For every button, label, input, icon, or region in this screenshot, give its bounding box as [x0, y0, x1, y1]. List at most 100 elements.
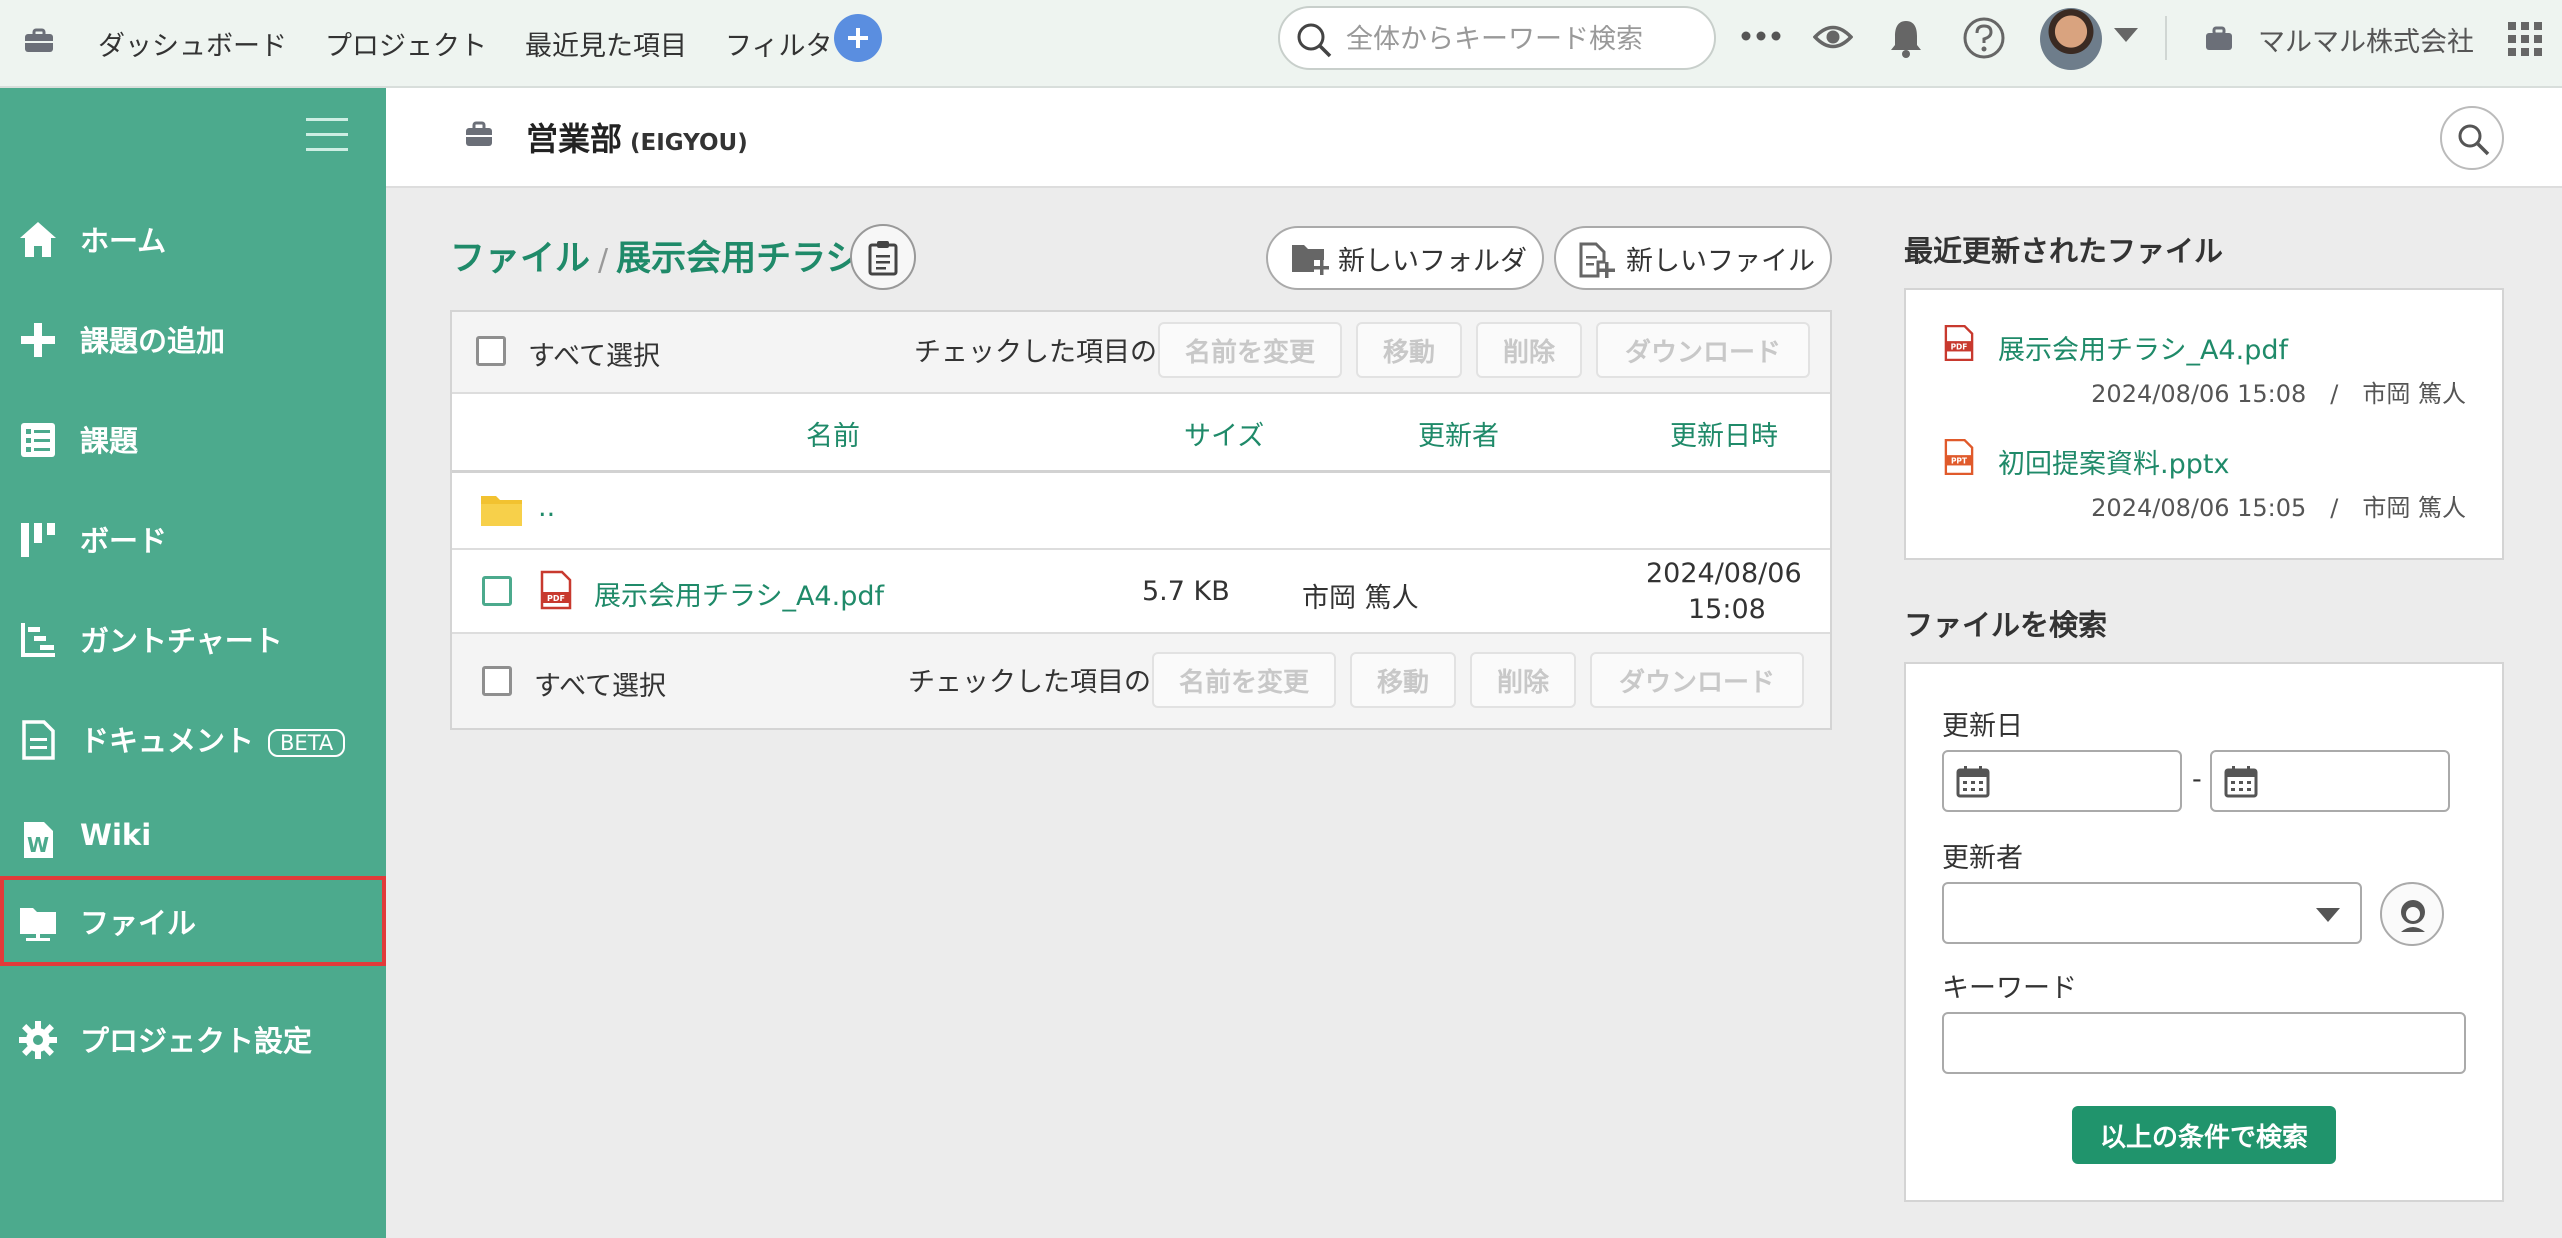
global-search-input[interactable]: [1346, 20, 1696, 58]
checked-items-label: チェックした項目の: [908, 667, 1151, 698]
document-icon: [22, 720, 55, 760]
parent-folder-row[interactable]: ..: [452, 474, 1830, 548]
folder-icon: [481, 496, 522, 526]
more-icon[interactable]: [1740, 30, 1782, 42]
list-icon: [21, 423, 55, 457]
app-grid-icon[interactable]: [2508, 22, 2542, 56]
file-size: 5.7 KB: [1142, 576, 1230, 607]
download-button[interactable]: ダウンロード: [1596, 322, 1810, 378]
calendar-icon: [2224, 766, 2258, 798]
rename-button[interactable]: 名前を変更: [1152, 652, 1336, 708]
pdf-file-icon: PDF: [1944, 324, 1974, 362]
select-myself-button[interactable]: [2380, 882, 2444, 946]
recent-file-link[interactable]: 初回提案資料.pptx: [1998, 442, 2229, 481]
search-icon: [2458, 124, 2490, 156]
date-from-field[interactable]: [1942, 750, 2182, 812]
add-button[interactable]: [834, 14, 882, 62]
project-title[interactable]: 営業部 (EIGYOU): [526, 114, 748, 160]
updated-date-label: 更新日: [1942, 711, 2023, 742]
nav-projects[interactable]: プロジェクト: [325, 24, 487, 63]
company-icon: [2206, 26, 2232, 50]
bell-icon[interactable]: [1888, 18, 1924, 58]
search-submit-button[interactable]: 以上の条件で検索: [2072, 1106, 2336, 1164]
new-folder-button[interactable]: 新しいフォルダ: [1266, 226, 1544, 290]
sidebar-item-gantt[interactable]: ガントチャート: [0, 594, 386, 684]
avatar[interactable]: [2040, 8, 2102, 70]
rename-button[interactable]: 名前を変更: [1158, 322, 1342, 378]
folder-icon: [20, 908, 56, 941]
watch-icon[interactable]: [1813, 20, 1853, 54]
new-file-button[interactable]: 新しいファイル: [1554, 226, 1832, 290]
breadcrumb-root[interactable]: ファイル: [450, 239, 590, 279]
help-icon[interactable]: [1962, 16, 2006, 60]
svg-text:PDF: PDF: [1951, 343, 1968, 352]
sidebar-item-files[interactable]: ファイル: [0, 876, 386, 966]
select-all-label: すべて選択: [528, 341, 661, 372]
date-to-field[interactable]: [2210, 750, 2450, 812]
sidebar-item-home[interactable]: ホーム: [0, 194, 386, 284]
nav-recent[interactable]: 最近見た項目: [525, 24, 687, 63]
search-icon: [1297, 23, 1332, 58]
row-checkbox[interactable]: [482, 576, 512, 606]
global-nav: ダッシュボード プロジェクト 最近見た項目 フィルタ: [98, 18, 832, 68]
new-file-label: 新しいファイル: [1626, 245, 1815, 277]
breadcrumb: ファイル / 展示会用チラシ: [450, 230, 860, 281]
move-button[interactable]: 移動: [1356, 322, 1462, 378]
global-search: [1278, 6, 1716, 70]
new-file-icon: [1579, 242, 1615, 278]
top-bar: ダッシュボード プロジェクト 最近見た項目 フィルタ マルマル株式会社: [0, 0, 2562, 88]
file-updated-date: 2024/08/06: [1646, 558, 1802, 589]
recent-files-panel: PDF 展示会用チラシ_A4.pdf 2024/08/06 15:08 / 市岡…: [1904, 288, 2504, 560]
move-button[interactable]: 移動: [1350, 652, 1456, 708]
sidebar-item-wiki[interactable]: W Wiki: [0, 794, 386, 884]
sidebar: ホーム 課題の追加 課題 ボード ガントチャート ドキュメント BETA W Wi…: [0, 88, 386, 1238]
select-all-checkbox[interactable]: [482, 666, 512, 696]
nav-dashboard[interactable]: ダッシュボード: [98, 24, 287, 63]
file-name-link[interactable]: 展示会用チラシ_A4.pdf: [594, 574, 884, 613]
nav-filters[interactable]: フィルタ: [725, 24, 832, 63]
calendar-icon: [1956, 766, 1990, 798]
recent-file-link[interactable]: 展示会用チラシ_A4.pdf: [1998, 328, 2288, 367]
keyword-input[interactable]: [1942, 1012, 2466, 1074]
download-button[interactable]: ダウンロード: [1590, 652, 1804, 708]
chevron-down-icon: [2316, 908, 2340, 922]
sidebar-item-settings[interactable]: プロジェクト設定: [0, 994, 386, 1084]
menu-toggle[interactable]: [306, 118, 348, 152]
select-all-checkbox[interactable]: [476, 336, 506, 366]
column-header-updated[interactable]: 更新日時: [1670, 414, 1778, 453]
bulk-action-bar-bottom: すべて選択 チェックした項目の 名前を変更 移動 削除 ダウンロード: [452, 634, 1830, 728]
sidebar-item-board[interactable]: ボード: [0, 494, 386, 584]
file-list-panel: すべて選択 チェックした項目の 名前を変更 移動 削除 ダウンロード 名前 サイ…: [450, 310, 1832, 730]
delete-button[interactable]: 削除: [1476, 322, 1582, 378]
updater-label: 更新者: [1942, 843, 2023, 874]
company-name[interactable]: マルマル株式会社: [2258, 20, 2474, 59]
sidebar-item-issues[interactable]: 課題: [0, 394, 386, 484]
recent-file-meta: 2024/08/06 15:08 / 市岡 篤人: [2091, 380, 2466, 408]
updater-select[interactable]: [1942, 882, 2362, 944]
board-icon: [21, 523, 55, 557]
chevron-down-icon[interactable]: [2114, 28, 2138, 44]
project-search-button[interactable]: [2440, 106, 2504, 170]
keyword-label: キーワード: [1942, 973, 2077, 1004]
sidebar-item-label: ホーム: [80, 224, 167, 258]
breadcrumb-separator: /: [598, 243, 609, 278]
svg-text:W: W: [27, 833, 49, 857]
checked-items-label: チェックした項目の: [914, 337, 1157, 368]
plus-icon: [848, 28, 868, 48]
column-header-size[interactable]: サイズ: [1184, 414, 1264, 453]
delete-button[interactable]: 削除: [1470, 652, 1576, 708]
column-header-name[interactable]: 名前: [806, 414, 860, 453]
sidebar-item-add-issue[interactable]: 課題の追加: [0, 294, 386, 384]
breadcrumb-current[interactable]: 展示会用チラシ: [616, 239, 860, 279]
sidebar-item-documents[interactable]: ドキュメント BETA: [0, 694, 386, 784]
parent-folder-link[interactable]: ..: [538, 492, 555, 523]
wiki-icon: W: [24, 822, 53, 858]
new-folder-icon: [1292, 245, 1329, 275]
divider: [452, 470, 1830, 473]
briefcase-icon[interactable]: [22, 24, 56, 58]
gear-icon: [19, 1021, 57, 1059]
column-header-updater[interactable]: 更新者: [1418, 414, 1499, 453]
copy-path-button[interactable]: [850, 224, 916, 290]
svg-text:PPT: PPT: [1951, 457, 1968, 466]
date-range-separator: -: [2192, 764, 2202, 795]
